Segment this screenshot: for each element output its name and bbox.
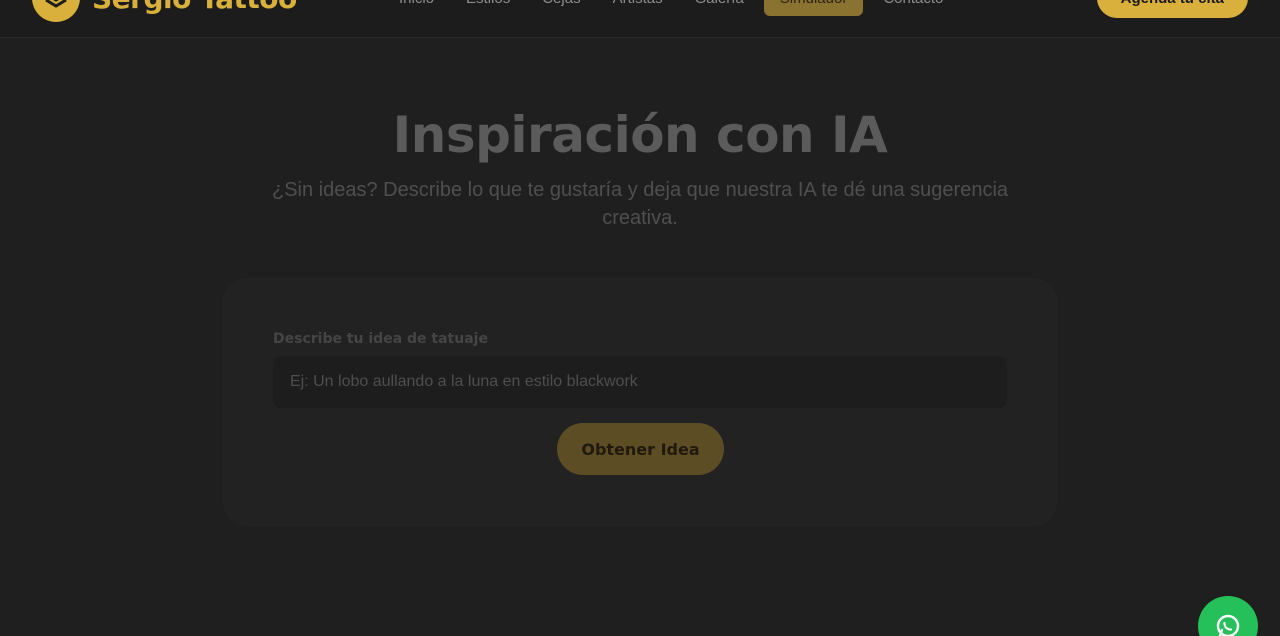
page-title: Inspiración con IA (392, 106, 888, 164)
main-nav: Inicio Estilos Cejas Artistas Galería Si… (383, 0, 959, 16)
site-header: Sergio Tattoo Inicio Estilos Cejas Artis… (0, 0, 1280, 38)
whatsapp-button[interactable] (1198, 596, 1258, 636)
nav-item-simulador[interactable]: Simulador (763, 0, 864, 16)
idea-form-card: Describe tu idea de tatuaje Obtener Idea (224, 279, 1056, 525)
page: Sergio Tattoo Inicio Estilos Cejas Artis… (0, 0, 1280, 636)
book-appointment-button[interactable]: Agenda tu cita (1096, 0, 1248, 18)
idea-input[interactable] (273, 356, 1007, 408)
logo-icon (32, 0, 80, 22)
whatsapp-icon (1216, 614, 1240, 636)
logo[interactable]: Sergio Tattoo (32, 0, 297, 22)
nav-item-contacto[interactable]: Contacto (867, 0, 959, 16)
nav-item-artistas[interactable]: Artistas (597, 0, 679, 16)
nav-item-inicio[interactable]: Inicio (383, 0, 450, 16)
get-idea-button[interactable]: Obtener Idea (557, 423, 724, 475)
nav-item-cejas[interactable]: Cejas (526, 0, 596, 16)
nav-item-galeria[interactable]: Galería (679, 0, 760, 16)
brand-name: Sergio Tattoo (92, 0, 297, 15)
nav-item-estilos[interactable]: Estilos (450, 0, 526, 16)
idea-field-label: Describe tu idea de tatuaje (273, 331, 488, 347)
page-subtitle: ¿Sin ideas? Describe lo que te gustaría … (271, 179, 1009, 229)
